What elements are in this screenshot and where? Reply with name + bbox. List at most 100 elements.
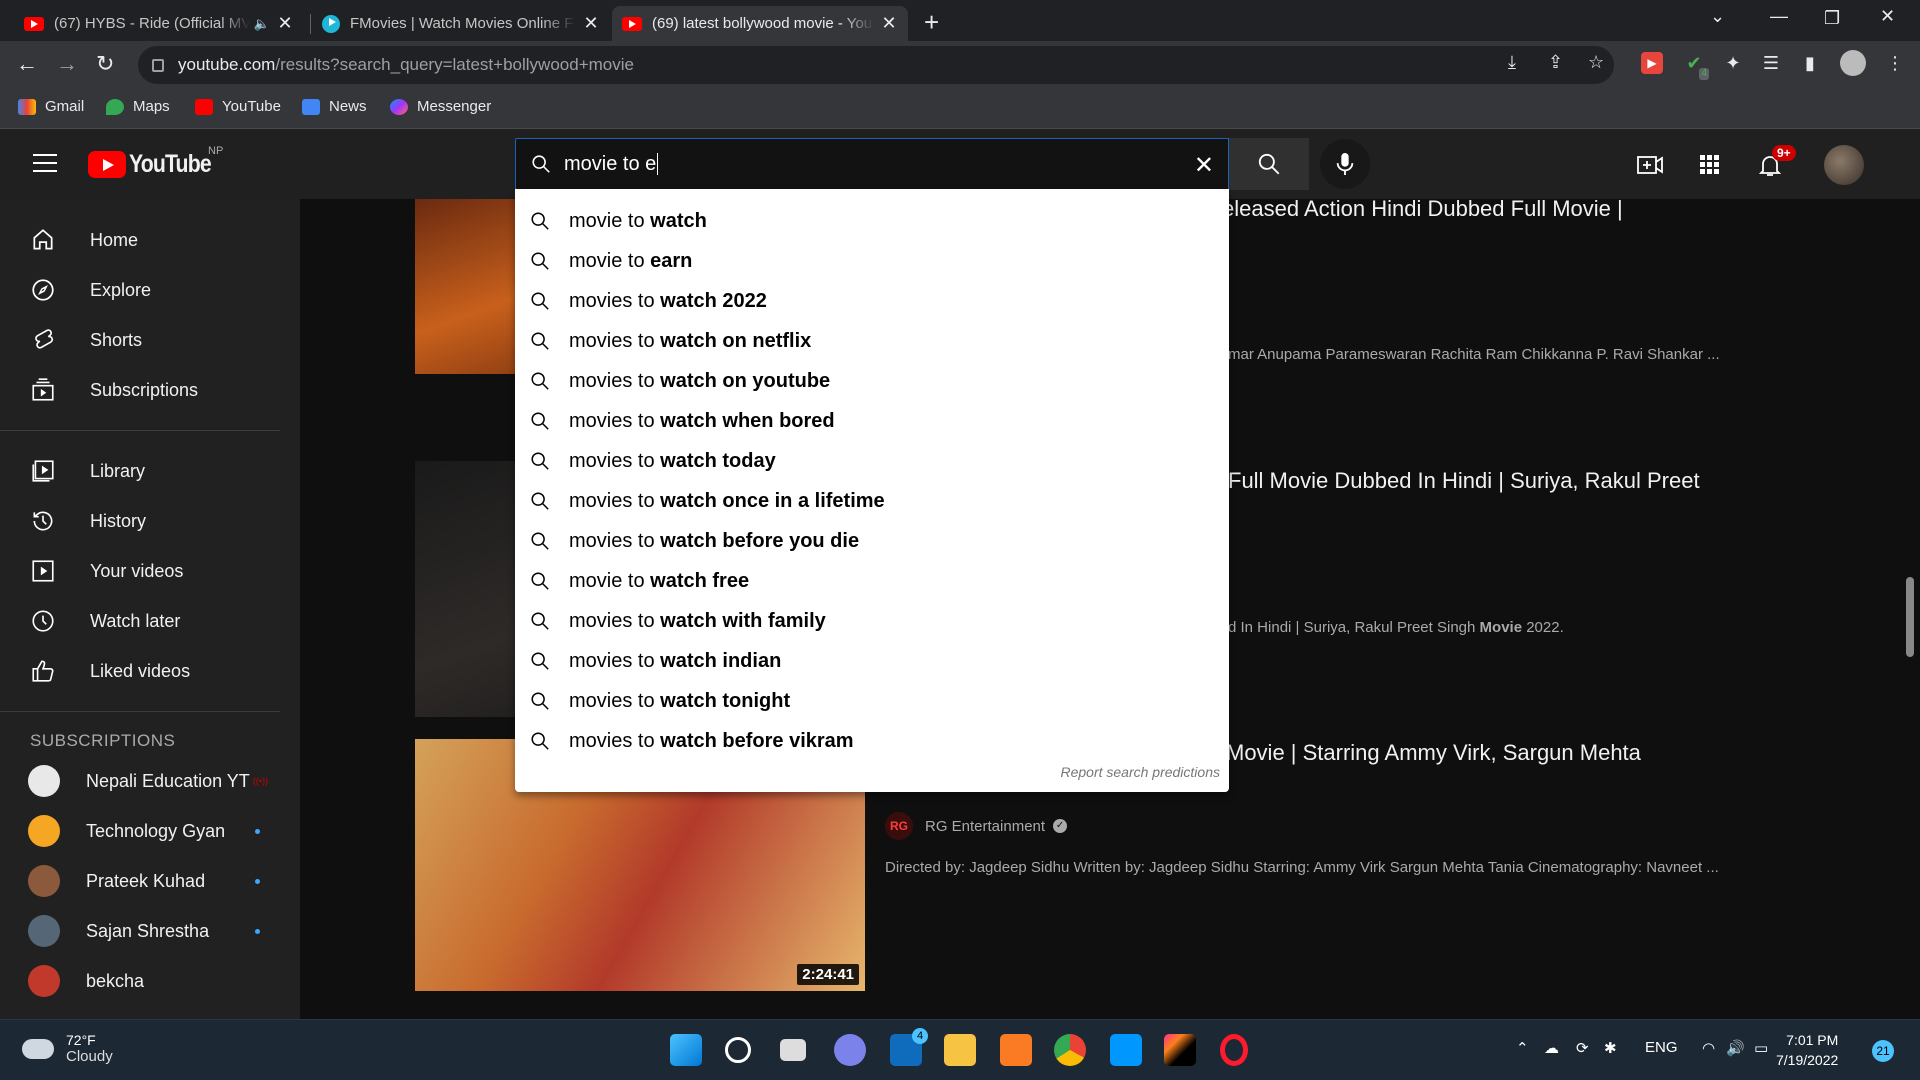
xampp-icon[interactable] — [1000, 1034, 1032, 1066]
share-icon[interactable]: ⇪ — [1548, 52, 1563, 73]
search-suggestion[interactable]: movies to watch with family — [515, 601, 1229, 641]
subscription-prateek-kuhad[interactable]: Prateek Kuhad — [0, 857, 280, 905]
search-suggestion[interactable]: movies to watch indian — [515, 641, 1229, 681]
close-window-icon[interactable]: ✕ — [1880, 6, 1895, 27]
subscription-nepali-education[interactable]: Nepali Education YT ((•)) — [0, 757, 280, 805]
language-indicator[interactable]: ENG — [1645, 1039, 1678, 1056]
menu-icon[interactable] — [33, 154, 57, 172]
close-tab-icon[interactable]: ✕ — [276, 13, 294, 34]
search-suggestion[interactable]: movies to watch before vikram — [515, 721, 1229, 761]
bookmark-maps[interactable]: Maps — [106, 98, 170, 115]
tab-search-icon[interactable]: ⌄ — [1710, 6, 1725, 27]
search-suggestion[interactable]: movies to watch once in a lifetime — [515, 481, 1229, 521]
apps-grid-icon[interactable] — [1696, 151, 1724, 179]
battery-icon[interactable]: ▭ — [1754, 1039, 1768, 1057]
lock-icon[interactable] — [152, 58, 164, 72]
sync-icon[interactable]: ⟳ — [1576, 1039, 1589, 1057]
close-tab-icon[interactable]: ✕ — [880, 13, 898, 34]
sidebar-item-home[interactable]: Home — [0, 216, 280, 264]
jetbrains-icon[interactable] — [1164, 1034, 1196, 1066]
tab-hybs-ride[interactable]: (67) HYBS - Ride (Official MV 🔈 ✕ — [14, 6, 304, 41]
forward-icon[interactable]: → — [56, 51, 78, 77]
subscription-technology-gyan[interactable]: Technology Gyan — [0, 807, 280, 855]
bookmark-star-icon[interactable]: ☆ — [1588, 52, 1604, 73]
new-tab-icon[interactable]: + — [924, 7, 939, 38]
reload-icon[interactable]: ↻ — [96, 51, 114, 77]
voice-search-button[interactable] — [1320, 139, 1370, 189]
bookmark-news[interactable]: News — [302, 98, 367, 115]
report-predictions-link[interactable]: Report search predictions — [1060, 764, 1220, 780]
chrome-icon[interactable] — [1054, 1034, 1086, 1066]
account-avatar[interactable] — [1824, 145, 1864, 185]
opera-icon[interactable] — [1220, 1034, 1248, 1066]
sidebar-item-liked-videos[interactable]: Liked videos — [0, 647, 280, 695]
search-suggestion[interactable]: movies to watch today — [515, 441, 1229, 481]
search-suggestion[interactable]: movie to watch — [515, 201, 1229, 241]
search-suggestion[interactable]: movies to watch tonight — [515, 681, 1229, 721]
sidebar-item-subscriptions[interactable]: Subscriptions — [0, 366, 280, 414]
close-tab-icon[interactable]: ✕ — [582, 13, 600, 34]
store-icon[interactable]: 4 — [890, 1028, 928, 1066]
bookmark-messenger[interactable]: Messenger — [390, 98, 491, 115]
youtube-logo[interactable]: YouTube NP — [88, 145, 225, 179]
youtube-page: Home Explore Shorts Subscriptions Librar… — [0, 129, 1920, 1019]
search-suggestion[interactable]: movie to watch free — [515, 561, 1229, 601]
start-icon[interactable] — [670, 1034, 702, 1066]
audio-icon[interactable]: 🔈 — [254, 16, 270, 32]
extension-shield-icon[interactable]: ✔ 4 — [1683, 52, 1709, 80]
search-suggestion[interactable]: movies to watch before you die — [515, 521, 1229, 561]
vscode-icon[interactable] — [1110, 1034, 1142, 1066]
show-hidden-icons-icon[interactable]: ⌃ — [1516, 1039, 1529, 1057]
search-suggestion[interactable]: movie to earn — [515, 241, 1229, 281]
sidebar-item-watch-later[interactable]: Watch later — [0, 597, 280, 645]
media-queue-icon[interactable]: ☰ — [1760, 52, 1782, 74]
weather-widget[interactable]: 72°F Cloudy — [22, 1032, 113, 1065]
search-suggestion[interactable]: movies to watch on netflix — [515, 321, 1229, 361]
scrollbar-thumb[interactable] — [1906, 577, 1914, 657]
search-button[interactable] — [1229, 138, 1309, 190]
volume-icon[interactable]: 🔊 — [1726, 1039, 1745, 1057]
bluetooth-icon[interactable]: ✱ — [1604, 1039, 1617, 1057]
subscription-bekcha[interactable]: bekcha — [0, 957, 280, 1005]
install-icon[interactable]: ⤓ — [1508, 52, 1516, 73]
search-input[interactable]: movie to e ✕ — [515, 138, 1229, 190]
extension-red-icon[interactable]: ▶ — [1641, 52, 1663, 74]
task-view-icon[interactable] — [780, 1039, 806, 1061]
video-title[interactable]: eleased Action Hindi Dubbed Full Movie | — [1222, 196, 1623, 222]
bookmark-gmail[interactable]: Gmail — [18, 98, 84, 115]
tab-fmovies[interactable]: FMovies | Watch Movies Online F ✕ — [312, 6, 610, 41]
search-suggestion[interactable]: movies to watch 2022 — [515, 281, 1229, 321]
profile-avatar[interactable] — [1840, 50, 1866, 76]
video-title[interactable]: Full Movie Dubbed In Hindi | Suriya, Rak… — [1228, 468, 1700, 494]
notification-center-badge[interactable]: 21 — [1872, 1040, 1894, 1062]
search-suggestion[interactable]: movies to watch on youtube — [515, 361, 1229, 401]
file-explorer-icon[interactable] — [944, 1034, 976, 1066]
onedrive-icon[interactable]: ☁ — [1544, 1039, 1559, 1057]
back-icon[interactable]: ← — [16, 51, 38, 77]
sidebar-item-history[interactable]: History — [0, 497, 280, 545]
create-video-icon[interactable] — [1636, 151, 1664, 179]
sidebar-item-library[interactable]: Library — [0, 447, 280, 495]
channel-row[interactable]: RG RG Entertainment ✓ — [885, 812, 1068, 840]
omnibox[interactable]: youtube.com/results?search_query=latest+… — [138, 46, 1614, 84]
minimize-icon[interactable]: — — [1770, 6, 1788, 27]
clock[interactable]: 7:01 PM 7/19/2022 — [1776, 1030, 1838, 1070]
extensions-puzzle-icon[interactable]: ✦ — [1722, 52, 1744, 74]
clear-search-icon[interactable]: ✕ — [1194, 151, 1214, 180]
sidebar-item-explore[interactable]: Explore — [0, 266, 280, 314]
search-icon[interactable] — [725, 1037, 751, 1063]
bookmark-youtube[interactable]: YouTube — [195, 98, 281, 115]
suggestion-typed-part: movies to — [569, 369, 661, 392]
restore-icon[interactable]: ❐ — [1824, 8, 1840, 29]
subscription-sajan-shrestha[interactable]: Sajan Shrestha — [0, 907, 280, 955]
wifi-icon[interactable]: ◠ — [1702, 1039, 1715, 1057]
sidebar-item-your-videos[interactable]: Your videos — [0, 547, 280, 595]
sidebar-item-shorts[interactable]: Shorts — [0, 316, 280, 364]
chrome-menu-icon[interactable]: ⋮ — [1884, 52, 1906, 74]
video-title[interactable]: Movie | Starring Ammy Virk, Sargun Mehta — [1226, 740, 1641, 766]
search-suggestion[interactable]: movies to watch when bored — [515, 401, 1229, 441]
channel-name[interactable]: RG Entertainment — [925, 818, 1045, 835]
side-panel-icon[interactable]: ▮ — [1799, 52, 1821, 74]
teams-chat-icon[interactable] — [834, 1034, 866, 1066]
tab-youtube-search[interactable]: (69) latest bollywood movie - You ✕ — [612, 6, 908, 41]
